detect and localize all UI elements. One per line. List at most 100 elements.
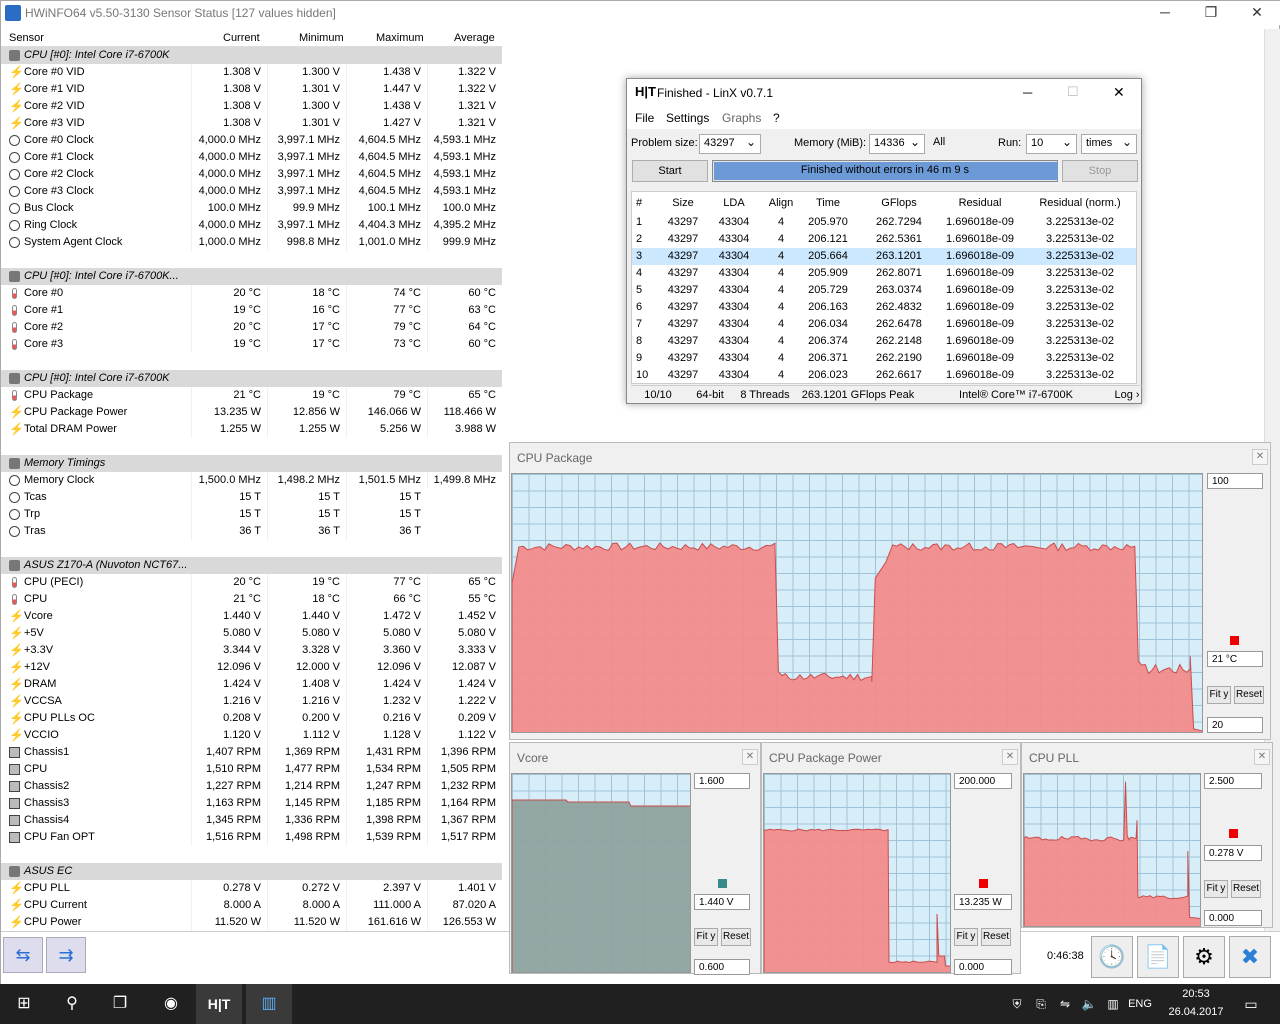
- sensor-row[interactable]: ⚡ +5V 5.080 V 5.080 V 5.080 V 5.080 V: [1, 625, 502, 642]
- sensor-row[interactable]: ⚡ Core #1 VID 1.308 V 1.301 V 1.447 V 1.322 V: [1, 81, 502, 98]
- usb-icon[interactable]: ⎘: [1030, 984, 1052, 1024]
- col-sensor[interactable]: Sensor: [9, 32, 44, 44]
- sensor-row[interactable]: ⚡ CPU Current 8.000 A 8.000 A 111.000 A 87.02…: [1, 897, 502, 914]
- sensor-row[interactable]: Core #0 20 °C 18 °C 74 °C 60 °C: [1, 285, 502, 302]
- color-swatch[interactable]: [1230, 636, 1239, 645]
- results-col-header[interactable]: Time: [800, 192, 856, 214]
- results-col-header[interactable]: Residual (norm.): [1026, 192, 1134, 214]
- all-checkbox-label[interactable]: All: [933, 136, 945, 148]
- graph-min-field[interactable]: 0.600: [694, 959, 750, 975]
- reset-button[interactable]: Reset: [1231, 880, 1261, 898]
- sensor-row[interactable]: ⚡ CPU Package Power 13.235 W 12.856 W 146.06…: [1, 404, 502, 421]
- results-col-header[interactable]: LDA: [710, 192, 758, 214]
- sensor-row[interactable]: ⚡ +12V 12.096 V 12.000 V 12.096 V 12.087 V: [1, 659, 502, 676]
- sensor-row[interactable]: ⚡ Core #2 VID 1.308 V 1.300 V 1.438 V 1.321 V: [1, 98, 502, 115]
- results-col-header[interactable]: GFlops: [862, 192, 936, 214]
- sensor-row[interactable]: Tcas 15 T 15 T 15 T: [1, 489, 502, 506]
- sensor-row[interactable]: Core #0 Clock 4,000.0 MHz 3,997.1 MHz 4,604…: [1, 132, 502, 149]
- col-minimum[interactable]: Minimum: [299, 32, 344, 44]
- nav-collapse-button[interactable]: ⇉: [46, 937, 86, 973]
- col-maximum[interactable]: Maximum: [376, 32, 424, 44]
- sensor-group-header[interactable]: ASUS Z170-A (Nuvoton NCT67...: [1, 557, 502, 574]
- sensor-row[interactable]: Core #1 Clock 4,000.0 MHz 3,997.1 MHz 4,604…: [1, 149, 502, 166]
- app-tray-icon[interactable]: ▥: [1102, 984, 1124, 1024]
- sensor-row[interactable]: Trp 15 T 15 T 15 T: [1, 506, 502, 523]
- reset-button[interactable]: Reset: [721, 928, 751, 946]
- sensor-row[interactable]: Chassis1 1,407 RPM 1,369 RPM 1,431 RPM 1,396…: [1, 744, 502, 761]
- volume-icon[interactable]: 🔈: [1078, 984, 1100, 1024]
- results-row[interactable]: 10 43297 43304 4 206.023 262.6617 1.696018e-09…: [632, 367, 1136, 384]
- sensor-row[interactable]: ⚡ +3.3V 3.344 V 3.328 V 3.360 V 3.333 V: [1, 642, 502, 659]
- results-row[interactable]: 4 43297 43304 4 205.909 262.8071 1.696018e-09 3…: [632, 265, 1136, 282]
- clock-time[interactable]: 20:53: [1166, 988, 1226, 1000]
- stop-button[interactable]: Stop: [1062, 160, 1138, 182]
- linx-taskbar-icon[interactable]: H|T: [196, 984, 242, 1024]
- minimize-button[interactable]: ─: [1142, 1, 1188, 25]
- start-button[interactable]: Start: [632, 160, 708, 182]
- results-col-header[interactable]: Residual: [938, 192, 1022, 214]
- menu-file[interactable]: File: [635, 111, 654, 125]
- results-row[interactable]: 9 43297 43304 4 206.371 262.2190 1.696018e-09 3…: [632, 350, 1136, 367]
- results-row[interactable]: 7 43297 43304 4 206.034 262.6478 1.696018e-09 3…: [632, 316, 1136, 333]
- linx-maximize-button[interactable]: ☐: [1067, 84, 1079, 100]
- sensor-row[interactable]: Memory Clock 1,500.0 MHz 1,498.2 MHz 1,501.…: [1, 472, 502, 489]
- sensor-group-header[interactable]: CPU [#0]: Intel Core i7-6700K: [1, 370, 502, 387]
- sensor-row[interactable]: ⚡ CPU Power 11.520 W 11.520 W 161.616 W 126.5…: [1, 914, 502, 931]
- color-swatch[interactable]: [718, 879, 727, 888]
- sensor-row[interactable]: Chassis4 1,345 RPM 1,336 RPM 1,398 RPM 1,367…: [1, 812, 502, 829]
- close-button[interactable]: ✕: [1234, 1, 1280, 25]
- search-icon[interactable]: ⚲: [48, 984, 96, 1024]
- hwinfo-taskbar-icon[interactable]: ▥: [246, 984, 292, 1024]
- menu-settings[interactable]: Settings: [666, 111, 709, 125]
- fit-y-button[interactable]: Fit y: [694, 928, 718, 946]
- graph-close-icon[interactable]: ✕: [1252, 449, 1268, 465]
- sensor-row[interactable]: ⚡ VCCIO 1.120 V 1.112 V 1.128 V 1.122 V: [1, 727, 502, 744]
- maximize-button[interactable]: ❐: [1188, 1, 1234, 25]
- graph-max-field[interactable]: 200.000: [954, 773, 1012, 789]
- results-row[interactable]: 6 43297 43304 4 206.163 262.4832 1.696018e-09 3…: [632, 299, 1136, 316]
- sensor-row[interactable]: Tras 36 T 36 T 36 T: [1, 523, 502, 540]
- sensor-row[interactable]: ⚡ Total DRAM Power 1.255 W 1.255 W 5.256 W 3.…: [1, 421, 502, 438]
- results-col-header[interactable]: #: [632, 192, 646, 214]
- settings-gear-icon[interactable]: ⚙: [1183, 936, 1225, 978]
- graph-min-field[interactable]: 20: [1207, 717, 1263, 733]
- language-indicator[interactable]: ENG: [1124, 984, 1156, 1024]
- results-row[interactable]: 1 43297 43304 4 205.970 262.7294 1.696018e-09 3…: [632, 214, 1136, 231]
- close-x-icon[interactable]: ✖: [1229, 936, 1271, 978]
- sensor-row[interactable]: CPU (PECI) 20 °C 19 °C 77 °C 65 °C: [1, 574, 502, 591]
- security-shield-icon[interactable]: ⛨: [1006, 984, 1028, 1024]
- network-icon[interactable]: ⇋: [1054, 984, 1076, 1024]
- fit-y-button[interactable]: Fit y: [954, 928, 978, 946]
- sensor-row[interactable]: CPU 21 °C 18 °C 66 °C 55 °C: [1, 591, 502, 608]
- times-combo[interactable]: times: [1081, 134, 1137, 154]
- start-windows-icon[interactable]: ⊞: [0, 984, 48, 1024]
- linx-close-button[interactable]: ✕: [1113, 84, 1125, 101]
- sensor-group-header[interactable]: ASUS EC: [1, 863, 502, 880]
- sensor-row[interactable]: Bus Clock 100.0 MHz 99.9 MHz 100.1 MHz 100.0…: [1, 200, 502, 217]
- menu-help[interactable]: ?: [773, 111, 780, 125]
- globe-app-icon[interactable]: ◉: [148, 984, 194, 1024]
- sensor-row[interactable]: Core #3 Clock 4,000.0 MHz 3,997.1 MHz 4,604…: [1, 183, 502, 200]
- sensor-row[interactable]: Ring Clock 4,000.0 MHz 3,997.1 MHz 4,404.3 …: [1, 217, 502, 234]
- graph-max-field[interactable]: 100: [1207, 473, 1263, 489]
- sensor-table[interactable]: CPU [#0]: Intel Core i7-6700K ⚡ Core #0 VI…: [1, 47, 502, 931]
- results-col-header[interactable]: Align: [764, 192, 798, 214]
- sensor-row[interactable]: ⚡ Core #0 VID 1.308 V 1.300 V 1.438 V 1.322 V: [1, 64, 502, 81]
- results-row[interactable]: 5 43297 43304 4 205.729 263.0374 1.696018e-09 3…: [632, 282, 1136, 299]
- sensor-row[interactable]: Chassis3 1,163 RPM 1,145 RPM 1,185 RPM 1,164…: [1, 795, 502, 812]
- sensor-row[interactable]: ⚡ CPU PLLs OC 0.208 V 0.200 V 0.216 V 0.209 V: [1, 710, 502, 727]
- graph-max-field[interactable]: 1.600: [694, 773, 750, 789]
- results-row[interactable]: 3 43297 43304 4 205.664 263.1201 1.696018e-09 3…: [632, 248, 1136, 265]
- clock-icon[interactable]: 🕓: [1091, 936, 1133, 978]
- reset-button[interactable]: Reset: [1234, 686, 1264, 704]
- graph-max-field[interactable]: 2.500: [1204, 773, 1262, 789]
- sensor-row[interactable]: Core #1 19 °C 16 °C 77 °C 63 °C: [1, 302, 502, 319]
- graph-min-field[interactable]: 0.000: [1204, 910, 1262, 926]
- results-row[interactable]: 8 43297 43304 4 206.374 262.2148 1.696018e-09 3…: [632, 333, 1136, 350]
- sensor-row[interactable]: CPU 1,510 RPM 1,477 RPM 1,534 RPM 1,505 RPM: [1, 761, 502, 778]
- graph-close-icon[interactable]: ✕: [1254, 749, 1270, 765]
- sensor-row[interactable]: ⚡ CPU PLL 0.278 V 0.272 V 2.397 V 1.401 V: [1, 880, 502, 897]
- color-swatch[interactable]: [1229, 829, 1238, 838]
- results-col-header[interactable]: Size: [660, 192, 706, 214]
- graph-close-icon[interactable]: ✕: [742, 749, 758, 765]
